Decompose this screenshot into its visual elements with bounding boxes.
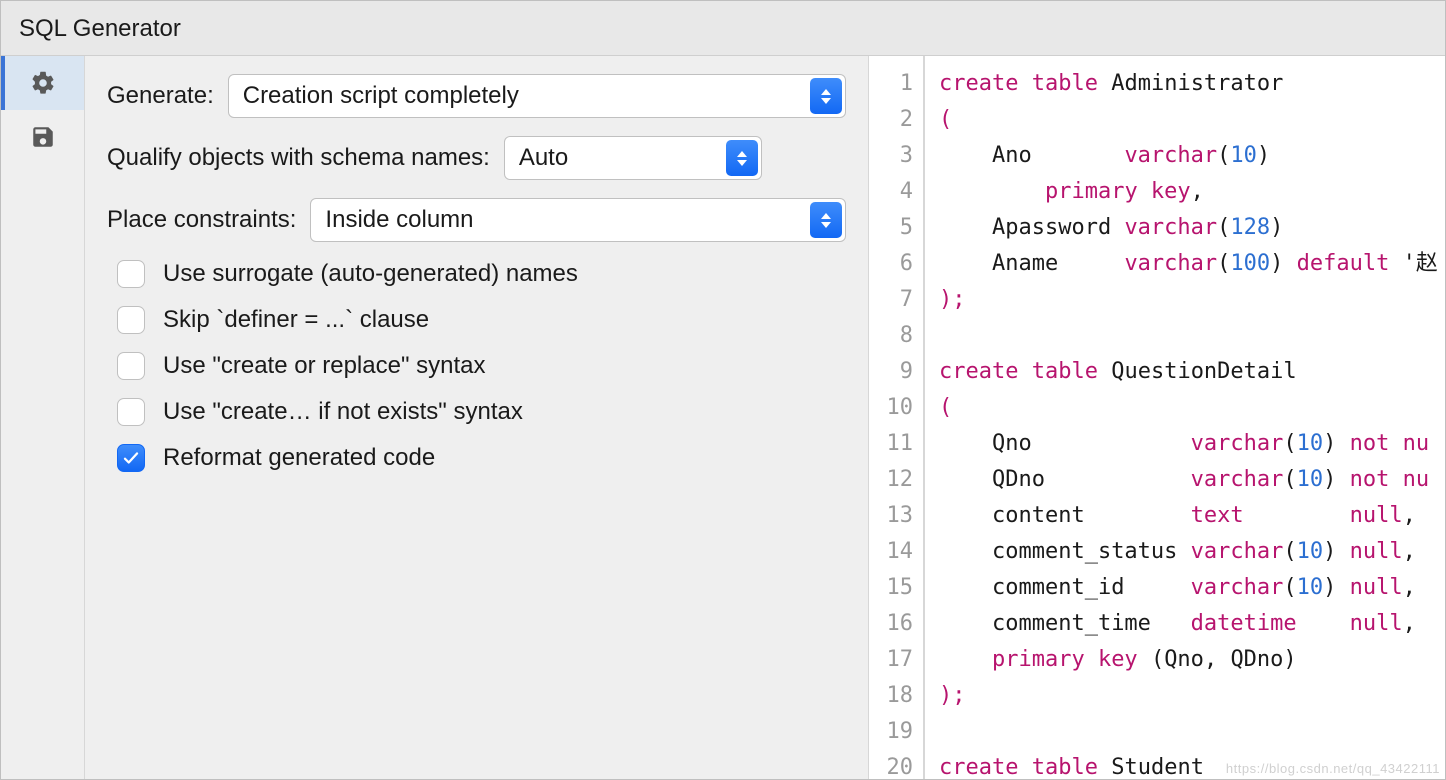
- check-icon: [122, 449, 140, 467]
- code-line: comment_time datetime null,: [939, 606, 1445, 642]
- line-number: 4: [869, 174, 913, 210]
- code-line: QDno varchar(10) not nu: [939, 462, 1445, 498]
- code-line: comment_status varchar(10) null,: [939, 534, 1445, 570]
- checkbox-row-2: Use "create or replace" syntax: [117, 352, 846, 380]
- constraints-select[interactable]: Inside column: [310, 198, 846, 242]
- checkbox-row-0: Use surrogate (auto-generated) names: [117, 260, 846, 288]
- qualify-value: Auto: [519, 144, 568, 172]
- constraints-label: Place constraints:: [107, 206, 296, 234]
- checkbox-label: Reformat generated code: [163, 444, 435, 472]
- constraints-value: Inside column: [325, 206, 473, 234]
- code-line: (: [939, 102, 1445, 138]
- code-line: create table QuestionDetail: [939, 354, 1445, 390]
- code-line: primary key,: [939, 174, 1445, 210]
- line-number: 16: [869, 606, 913, 642]
- code-line: content text null,: [939, 498, 1445, 534]
- line-number: 2: [869, 102, 913, 138]
- code-editor[interactable]: create table Administrator( Ano varchar(…: [923, 56, 1445, 779]
- line-number: 13: [869, 498, 913, 534]
- code-line: Apassword varchar(128): [939, 210, 1445, 246]
- line-number: 20: [869, 750, 913, 779]
- generate-label: Generate:: [107, 82, 214, 110]
- line-number: 10: [869, 390, 913, 426]
- checkbox-row-1: Skip `definer = ...` clause: [117, 306, 846, 334]
- line-number: 18: [869, 678, 913, 714]
- code-line: );: [939, 282, 1445, 318]
- constraints-row: Place constraints: Inside column: [107, 198, 846, 242]
- line-number: 17: [869, 642, 913, 678]
- checkbox-label: Use surrogate (auto-generated) names: [163, 260, 578, 288]
- save-icon: [30, 124, 56, 150]
- code-line: Aname varchar(100) default '赵: [939, 246, 1445, 282]
- watermark: https://blog.csdn.net/qq_43422111: [1226, 761, 1440, 776]
- chevron-updown-icon: [810, 202, 842, 238]
- line-number: 5: [869, 210, 913, 246]
- window-body: Generate: Creation script completely Qua…: [1, 56, 1445, 779]
- code-line: Ano varchar(10): [939, 138, 1445, 174]
- generate-row: Generate: Creation script completely: [107, 74, 846, 118]
- code-line: create table Administrator: [939, 66, 1445, 102]
- line-number: 8: [869, 318, 913, 354]
- checkbox[interactable]: [117, 352, 145, 380]
- line-gutter: 1234567891011121314151617181920: [869, 56, 923, 779]
- checkbox[interactable]: [117, 444, 145, 472]
- line-number: 15: [869, 570, 913, 606]
- gear-icon: [30, 70, 56, 96]
- generate-value: Creation script completely: [243, 82, 519, 110]
- sql-generator-window: SQL Generator Generate: Creation script …: [0, 0, 1446, 780]
- line-number: 3: [869, 138, 913, 174]
- checkbox-label: Use "create… if not exists" syntax: [163, 398, 523, 426]
- chevron-updown-icon: [726, 140, 758, 176]
- checkbox[interactable]: [117, 398, 145, 426]
- line-number: 7: [869, 282, 913, 318]
- code-line: primary key (Qno, QDno): [939, 642, 1445, 678]
- save-tab[interactable]: [1, 110, 84, 164]
- checkbox-label: Use "create or replace" syntax: [163, 352, 486, 380]
- left-rail: [1, 56, 85, 779]
- qualify-select[interactable]: Auto: [504, 136, 762, 180]
- checkbox-label: Skip `definer = ...` clause: [163, 306, 429, 334]
- checkbox-row-4: Reformat generated code: [117, 444, 846, 472]
- checkbox-row-3: Use "create… if not exists" syntax: [117, 398, 846, 426]
- qualify-row: Qualify objects with schema names: Auto: [107, 136, 846, 180]
- code-line: (: [939, 390, 1445, 426]
- checkbox[interactable]: [117, 306, 145, 334]
- options-panel: Generate: Creation script completely Qua…: [85, 56, 869, 779]
- chevron-updown-icon: [810, 78, 842, 114]
- line-number: 1: [869, 66, 913, 102]
- line-number: 14: [869, 534, 913, 570]
- code-line: [939, 318, 1445, 354]
- qualify-label: Qualify objects with schema names:: [107, 144, 490, 172]
- line-number: 12: [869, 462, 913, 498]
- window-title: SQL Generator: [1, 1, 1445, 56]
- window-title-text: SQL Generator: [19, 15, 181, 42]
- code-line: comment_id varchar(10) null,: [939, 570, 1445, 606]
- code-line: Qno varchar(10) not nu: [939, 426, 1445, 462]
- line-number: 9: [869, 354, 913, 390]
- settings-tab[interactable]: [1, 56, 84, 110]
- code-line: );: [939, 678, 1445, 714]
- line-number: 19: [869, 714, 913, 750]
- generate-select[interactable]: Creation script completely: [228, 74, 846, 118]
- checkbox[interactable]: [117, 260, 145, 288]
- code-line: [939, 714, 1445, 750]
- code-panel: 1234567891011121314151617181920 create t…: [869, 56, 1445, 779]
- line-number: 11: [869, 426, 913, 462]
- line-number: 6: [869, 246, 913, 282]
